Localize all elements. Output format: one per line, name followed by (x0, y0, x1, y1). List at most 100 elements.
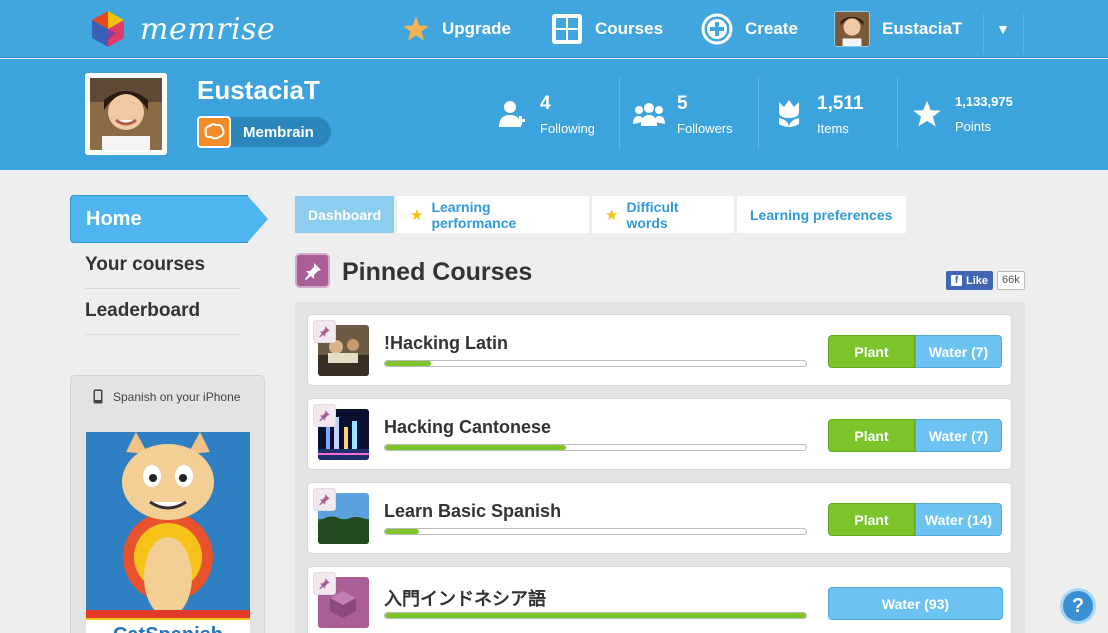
course-progress-bar (384, 612, 807, 619)
star-icon: ★ (410, 206, 424, 224)
iphone-promo-header[interactable]: Spanish on your iPhone (93, 389, 240, 404)
facebook-like-button[interactable]: f Like (946, 271, 994, 290)
brand-name: memrise (140, 11, 276, 47)
catspanish-ad[interactable]: CatSpanish (86, 432, 250, 633)
stat-value: 1,511 (817, 92, 864, 114)
tab-learning-performance[interactable]: ★ Learning performance (397, 196, 589, 233)
stat-value: 1,133,975 (955, 94, 1013, 109)
course-progress-bar (384, 360, 807, 367)
group-icon (633, 102, 665, 126)
nav-create[interactable]: Create (701, 0, 798, 58)
pushpin-icon[interactable] (313, 320, 336, 343)
star-icon (911, 99, 943, 129)
facebook-like-count: 66k (997, 271, 1025, 290)
stat-label: Points (955, 119, 992, 134)
course-card[interactable]: Learn Basic Spanish Plant Water (14) (307, 482, 1012, 554)
nav-divider (1023, 14, 1024, 54)
pinned-courses-list: !Hacking Latin Plant Water (7) Hacking C… (295, 302, 1025, 633)
star-icon: ★ (605, 206, 619, 224)
nav-upgrade[interactable]: Upgrade (402, 0, 511, 58)
nav-username: EustaciaT (882, 19, 963, 38)
water-button[interactable]: Water (7) (915, 419, 1002, 452)
flower-icon (773, 98, 805, 130)
pushpin-icon[interactable] (313, 572, 336, 595)
tab-dashboard[interactable]: Dashboard (295, 196, 394, 233)
sidebar-item-leaderboard[interactable]: Leaderboard (85, 289, 241, 335)
nav-upgrade-label: Upgrade (442, 19, 511, 38)
profile-avatar[interactable] (85, 73, 167, 155)
star-icon (402, 15, 430, 43)
tab-label: Dashboard (308, 206, 382, 223)
nav-courses-label: Courses (595, 19, 664, 38)
course-name[interactable]: Hacking Cantonese (384, 417, 551, 438)
iphone-promo: Spanish on your iPhone CatSpanish (70, 375, 265, 633)
sidebar-item-your-courses[interactable]: Your courses (85, 243, 241, 289)
stat-points[interactable]: 1,133,975 Points (911, 79, 1013, 149)
stat-followers[interactable]: 5 Followers (633, 79, 733, 149)
stat-divider (619, 77, 620, 149)
tab-difficult-words[interactable]: ★ Difficult words (592, 196, 734, 233)
tab-learning-preferences[interactable]: Learning preferences (737, 196, 906, 233)
course-card[interactable]: Hacking Cantonese Plant Water (7) (307, 398, 1012, 470)
progress-fill (385, 613, 806, 618)
profile-photo (90, 78, 162, 150)
nav-courses[interactable]: Courses (551, 0, 663, 58)
course-progress-bar (384, 444, 807, 451)
facebook-like-widget[interactable]: f Like 66k (946, 271, 1025, 290)
user-plus-icon (496, 99, 528, 129)
course-name[interactable]: !Hacking Latin (384, 333, 508, 354)
stat-divider (758, 77, 759, 149)
course-name[interactable]: Learn Basic Spanish (384, 501, 561, 522)
course-card[interactable]: 入門インドネシア語 Water (93) (307, 566, 1012, 633)
stat-label: Followers (677, 120, 733, 136)
profile-header: EustaciaT Membrain 4 Following 5 Followe… (0, 59, 1108, 170)
brain-icon (197, 116, 231, 148)
stat-value: 5 (677, 92, 688, 114)
stat-items[interactable]: 1,511 Items (773, 79, 864, 149)
stat-label: Following (540, 120, 595, 136)
plant-button[interactable]: Plant (828, 503, 915, 536)
stat-value: 4 (540, 92, 551, 114)
chevron-down-icon[interactable]: ▼ (996, 0, 1010, 58)
tab-label: Difficult words (626, 198, 679, 231)
water-button[interactable]: Water (7) (915, 335, 1002, 368)
sidebar-item-home[interactable]: Home (70, 195, 248, 243)
ad-title: CatSpanish (86, 620, 250, 633)
plant-button[interactable]: Plant (828, 335, 915, 368)
progress-fill (385, 445, 567, 450)
stat-following[interactable]: 4 Following (496, 79, 595, 149)
nav-user[interactable]: EustaciaT (834, 0, 962, 58)
memrise-logo[interactable]: memrise (90, 10, 275, 48)
water-button[interactable]: Water (93) (828, 587, 1003, 620)
pushpin-icon (295, 253, 330, 288)
pushpin-icon[interactable] (313, 488, 336, 511)
stat-divider (897, 77, 898, 149)
phone-icon (93, 389, 103, 404)
stat-label: Items (817, 120, 849, 136)
top-nav: memrise Upgrade Courses Create EustaciaT… (0, 0, 1108, 58)
progress-fill (385, 529, 419, 534)
pinned-courses-title: Pinned Courses (342, 258, 533, 286)
course-name[interactable]: 入門インドネシア語 (384, 585, 546, 611)
course-progress-bar (384, 528, 807, 535)
help-icon[interactable]: ? (1060, 588, 1096, 624)
profile-username: EustaciaT (197, 75, 320, 105)
tab-label: Learning preferences (750, 206, 893, 223)
progress-fill (385, 361, 432, 366)
home-arrow (247, 195, 268, 243)
user-avatar (834, 11, 870, 47)
membrain-badge[interactable]: Membrain (197, 116, 331, 148)
grid-icon (551, 13, 583, 45)
badge-label: Membrain (243, 123, 314, 141)
pushpin-icon[interactable] (313, 404, 336, 427)
tab-label: Learning performance (431, 198, 517, 231)
water-button[interactable]: Water (14) (915, 503, 1002, 536)
memrise-logo-icon (92, 11, 124, 47)
nav-create-label: Create (745, 19, 798, 38)
course-card[interactable]: !Hacking Latin Plant Water (7) (307, 314, 1012, 386)
cat-mascot-image (86, 432, 250, 632)
plant-button[interactable]: Plant (828, 419, 915, 452)
facebook-icon: f (951, 275, 962, 286)
nav-divider (983, 14, 984, 54)
plus-circle-icon (701, 13, 733, 45)
